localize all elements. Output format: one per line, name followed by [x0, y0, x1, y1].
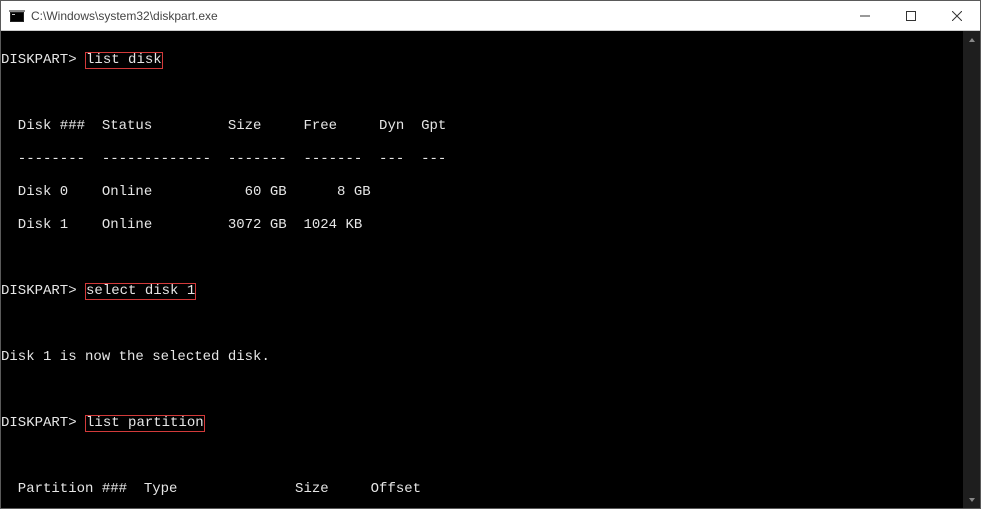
table-row: Disk 1 Online 3072 GB 1024 KB [1, 217, 953, 234]
command-list-partition: list partition [85, 415, 205, 432]
window-title: C:\Windows\system32\diskpart.exe [31, 9, 218, 23]
disk-table-header: Disk ### Status Size Free Dyn Gpt [1, 118, 953, 135]
scroll-up-icon[interactable] [963, 31, 980, 48]
scroll-down-icon[interactable] [963, 491, 980, 508]
prompt: DISKPART> [1, 415, 77, 431]
command-select-disk: select disk 1 [85, 283, 196, 300]
app-icon [9, 8, 25, 24]
terminal-output[interactable]: DISKPART> list disk Disk ### Status Size… [1, 31, 963, 508]
prompt: DISKPART> [1, 52, 77, 68]
status-text: Disk 1 is now the selected disk. [1, 349, 953, 366]
partition-table-header: Partition ### Type Size Offset [1, 481, 953, 498]
close-button[interactable] [934, 1, 980, 31]
command-list-disk: list disk [85, 52, 163, 69]
minimize-button[interactable] [842, 1, 888, 31]
window-titlebar: C:\Windows\system32\diskpart.exe [1, 1, 980, 31]
prompt: DISKPART> [1, 283, 77, 299]
client-area: DISKPART> list disk Disk ### Status Size… [1, 31, 980, 508]
table-row: Disk 0 Online 60 GB 8 GB [1, 184, 953, 201]
vertical-scrollbar[interactable] [963, 31, 980, 508]
disk-table-divider: -------- ------------- ------- ------- -… [1, 151, 953, 168]
maximize-button[interactable] [888, 1, 934, 31]
